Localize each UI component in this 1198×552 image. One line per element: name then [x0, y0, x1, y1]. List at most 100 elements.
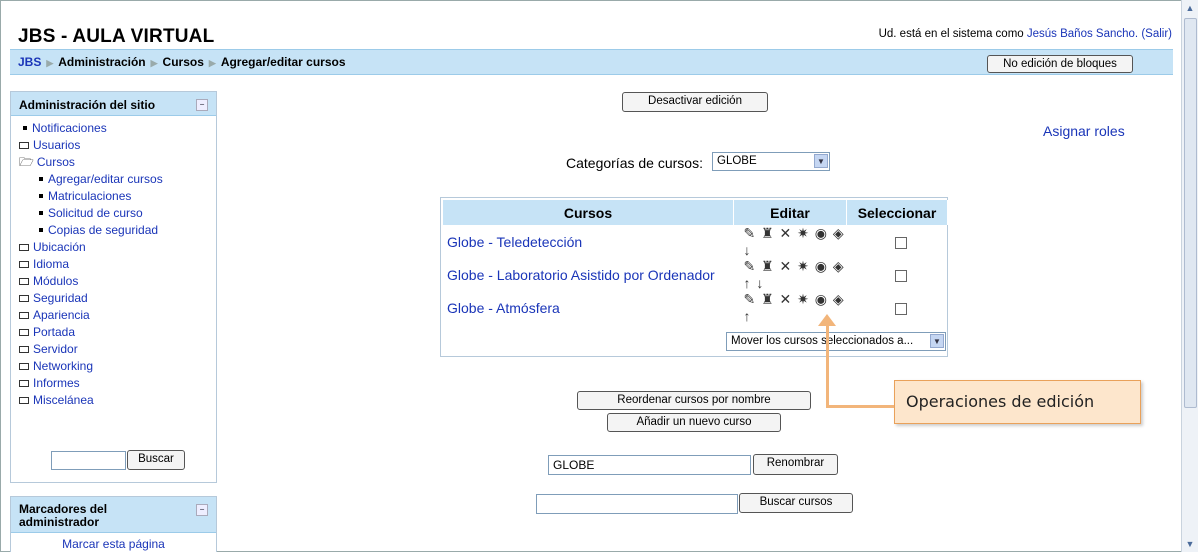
course-row: Globe - Teledetección ✎ ♜ ✕ ✷ ◉ ◈ ↓ — [443, 225, 948, 258]
search-courses-input[interactable] — [536, 494, 738, 514]
admin-tree-link[interactable]: Idioma — [33, 257, 69, 271]
admin-tree-item[interactable]: Copias de seguridad — [19, 222, 216, 239]
search-courses-button[interactable]: Buscar cursos — [739, 493, 853, 513]
breadcrumb-current: Agregar/editar cursos — [220, 55, 346, 69]
reorder-courses-button[interactable]: Reordenar cursos por nombre — [577, 391, 811, 410]
admin-tree-link[interactable]: Informes — [33, 376, 80, 390]
assign-roles-link[interactable]: Asignar roles — [1043, 123, 1125, 139]
course-name-link[interactable]: Globe - Teledetección — [443, 225, 734, 258]
admin-tree-link[interactable]: Portada — [33, 325, 75, 339]
admin-tree-link[interactable]: Networking — [33, 359, 93, 373]
admin-tree-link[interactable]: Seguridad — [33, 291, 88, 305]
admin-tree-link[interactable]: Solicitud de curso — [48, 206, 143, 220]
callout-arrow-line — [826, 320, 829, 408]
folder-icon — [19, 346, 29, 354]
edit-icons[interactable]: ✎ ♜ ✕ ✷ ◉ ◈ ↓ — [734, 225, 847, 258]
category-label: Categorías de cursos: — [566, 155, 703, 171]
admin-tree-link[interactable]: Módulos — [33, 274, 78, 288]
admin-tree-link[interactable]: Matriculaciones — [48, 189, 131, 203]
admin-tree-link[interactable]: Ubicación — [33, 240, 86, 254]
bullet-icon — [39, 176, 43, 181]
admin-tree-item[interactable]: Portada — [19, 324, 216, 341]
collapse-icon[interactable]: − — [196, 99, 208, 111]
folder-icon — [19, 380, 29, 388]
admin-tree-item[interactable]: Apariencia — [19, 307, 216, 324]
admin-tree-item[interactable]: Seguridad — [19, 290, 216, 307]
move-courses-select[interactable]: Mover los cursos seleccionados a... ▼ — [726, 332, 946, 351]
select-checkbox[interactable] — [894, 236, 907, 249]
rename-button[interactable]: Renombrar — [753, 454, 838, 475]
vertical-scrollbar[interactable]: ▲ ▼ — [1181, 0, 1198, 552]
login-prefix: Ud. está en el sistema como — [878, 28, 1027, 40]
admin-tree-item[interactable]: Notificaciones — [19, 120, 216, 137]
callout-box: Operaciones de edición — [894, 380, 1141, 424]
admin-tree: Notificaciones Usuarios 🗁 Cursos Agregar/edi… — [11, 116, 216, 409]
category-select[interactable]: GLOBE ▼ — [712, 152, 830, 171]
admin-tree-link[interactable]: Notificaciones — [32, 121, 107, 135]
breadcrumb-jbs[interactable]: JBS — [18, 55, 41, 69]
no-block-editing-button[interactable]: No edición de bloques — [987, 55, 1133, 73]
col-header-cursos: Cursos — [443, 200, 734, 225]
admin-tree-item[interactable]: Módulos — [19, 273, 216, 290]
admin-tree-item[interactable]: Usuarios — [19, 137, 216, 154]
breadcrumb-sep-icon: ▶ — [208, 58, 216, 68]
col-header-editar: Editar — [733, 200, 847, 225]
breadcrumb-cursos[interactable]: Cursos — [163, 55, 204, 69]
collapse-icon[interactable]: − — [196, 504, 208, 516]
course-name-link[interactable]: Globe - Laboratorio Asistido por Ordenad… — [443, 258, 734, 291]
rename-input[interactable]: GLOBE — [548, 455, 751, 475]
admin-tree-item[interactable]: Ubicación — [19, 239, 216, 256]
user-link[interactable]: Jesús Baños Sancho. — [1027, 28, 1138, 40]
admin-tree-item[interactable]: Informes — [19, 375, 216, 392]
select-cell — [847, 291, 948, 324]
admin-tree-link[interactable]: Apariencia — [33, 308, 90, 322]
bookmark-page-link[interactable]: Marcar esta página — [62, 537, 165, 551]
course-name-link[interactable]: Globe - Atmósfera — [443, 291, 734, 324]
admin-tree-link[interactable]: Miscelánea — [33, 393, 94, 407]
admin-search-button[interactable]: Buscar — [127, 450, 185, 470]
callout-arrow-icon — [818, 314, 836, 326]
admin-tree-item[interactable]: Miscelánea — [19, 392, 216, 409]
admin-tree-item[interactable]: Agregar/editar cursos — [19, 171, 216, 188]
bookmark-row: Marcar esta página — [11, 533, 216, 551]
course-table: Cursos Editar Seleccionar Globe - Telede… — [443, 200, 948, 324]
scroll-down-icon[interactable]: ▼ — [1184, 538, 1196, 550]
admin-tree-link[interactable]: Copias de seguridad — [48, 223, 158, 237]
admin-block-header: Administración del sitio − — [11, 92, 216, 116]
admin-tree-link[interactable]: Agregar/editar cursos — [48, 172, 163, 186]
bullet-icon — [23, 125, 27, 130]
course-row: Globe - Laboratorio Asistido por Ordenad… — [443, 258, 948, 291]
folder-icon — [19, 312, 29, 320]
dropdown-arrow-icon: ▼ — [930, 334, 944, 348]
dropdown-arrow-icon: ▼ — [814, 154, 828, 168]
select-checkbox[interactable] — [894, 269, 907, 282]
edit-icons[interactable]: ✎ ♜ ✕ ✷ ◉ ◈ ↑ ↓ — [734, 258, 847, 291]
move-courses-value: Mover los cursos seleccionados a... — [731, 335, 914, 347]
admin-tree-link[interactable]: Cursos — [37, 155, 75, 169]
add-course-button[interactable]: Añadir un nuevo curso — [607, 413, 781, 432]
scroll-thumb[interactable] — [1184, 18, 1197, 408]
admin-tree-link[interactable]: Servidor — [33, 342, 78, 356]
admin-tree-item[interactable]: Idioma — [19, 256, 216, 273]
bullet-icon — [39, 227, 43, 232]
scroll-up-icon[interactable]: ▲ — [1184, 2, 1196, 14]
logout-link[interactable]: (Salir) — [1141, 28, 1172, 40]
admin-tree-item[interactable]: 🗁 Cursos — [19, 154, 216, 171]
deactivate-edit-button[interactable]: Desactivar edición — [622, 92, 768, 112]
admin-tree-link[interactable]: Usuarios — [33, 138, 80, 152]
folder-icon — [19, 295, 29, 303]
admin-tree-item[interactable]: Matriculaciones — [19, 188, 216, 205]
admin-tree-item[interactable]: Networking — [19, 358, 216, 375]
admin-tree-item[interactable]: Solicitud de curso — [19, 205, 216, 222]
breadcrumb-administracion[interactable]: Administración — [58, 55, 145, 69]
select-checkbox[interactable] — [894, 302, 907, 315]
select-cell — [847, 258, 948, 291]
admin-tree-item[interactable]: Servidor — [19, 341, 216, 358]
bullet-icon — [39, 210, 43, 215]
bullet-icon — [39, 193, 43, 198]
breadcrumb: JBS ▶ Administración ▶ Cursos ▶ Agregar/editar… — [18, 55, 346, 69]
admin-search-input[interactable] — [51, 451, 126, 470]
folder-icon — [19, 278, 29, 286]
folder-icon — [19, 397, 29, 405]
col-header-seleccionar: Seleccionar — [846, 200, 948, 225]
